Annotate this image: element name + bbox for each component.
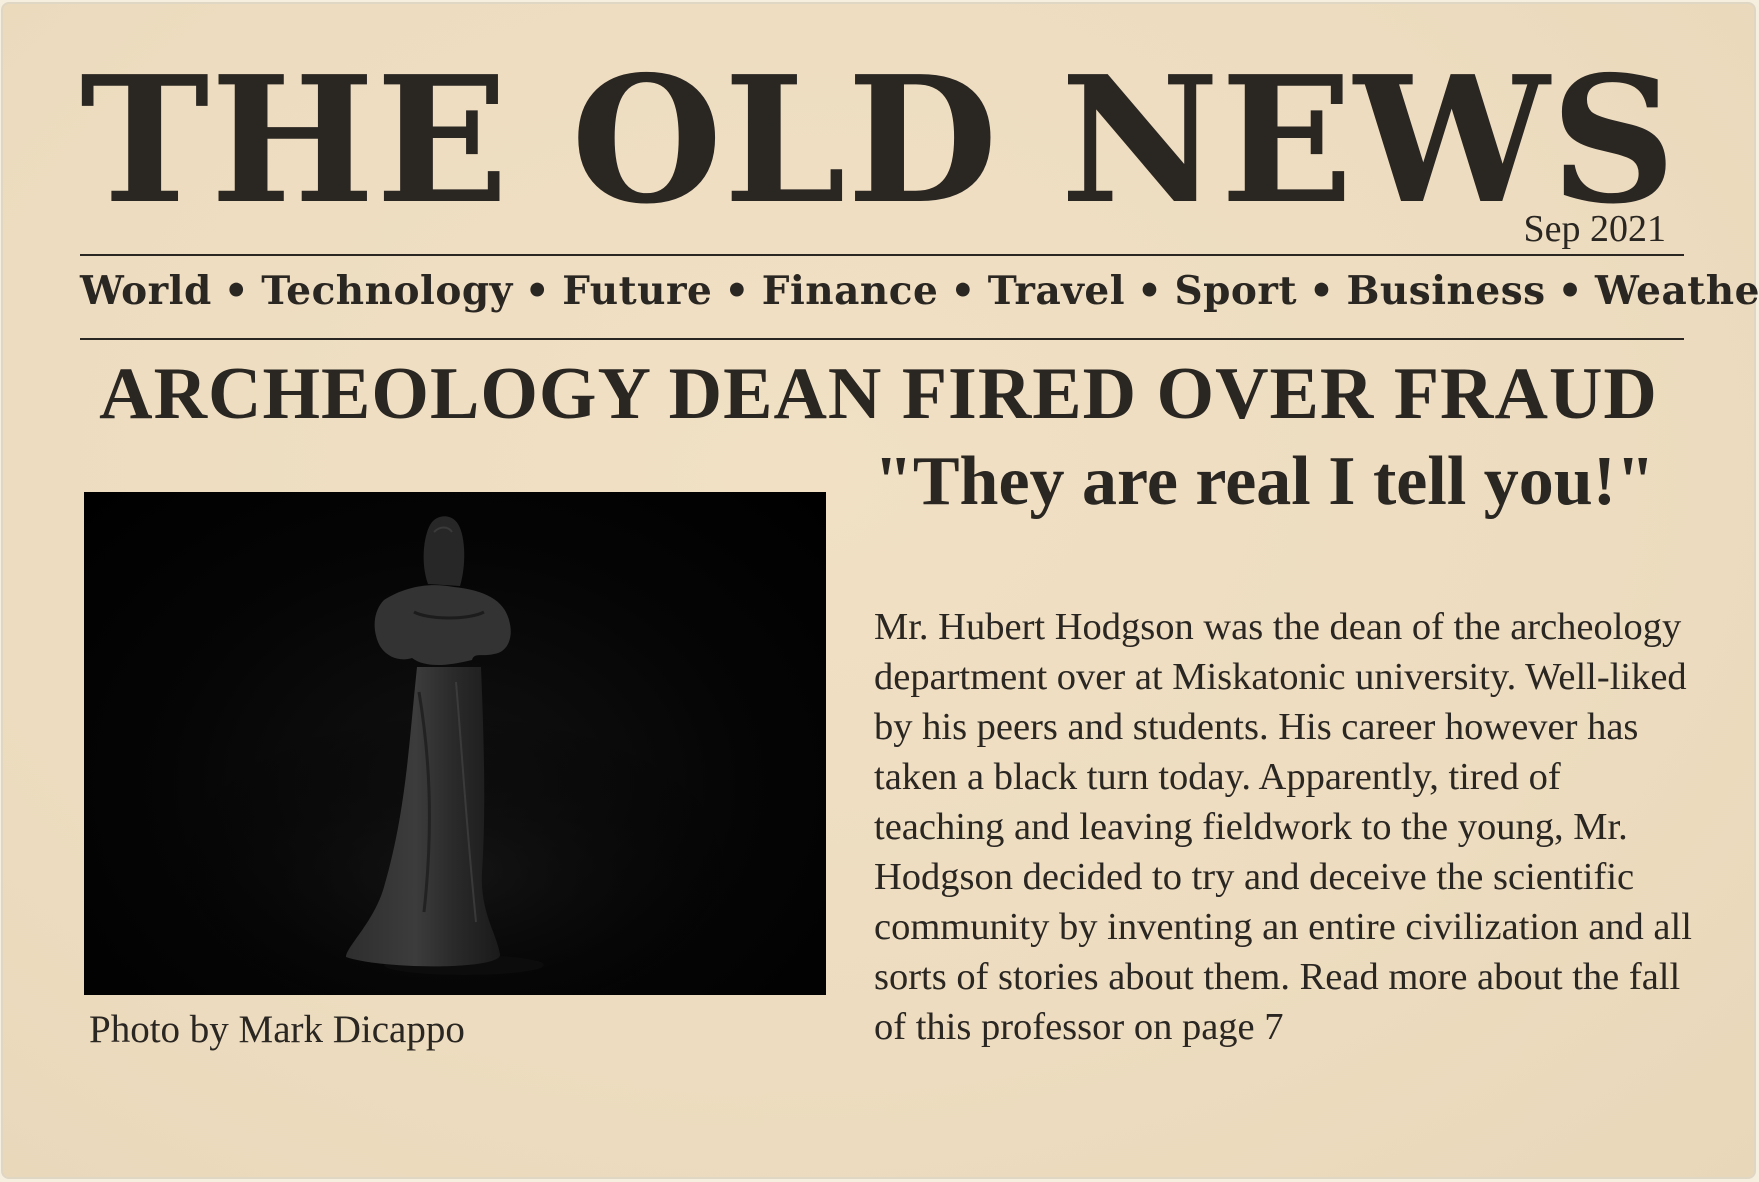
- article-subhead: "They are real I tell you!": [874, 443, 1655, 520]
- nav-separator: •: [223, 268, 250, 314]
- nav-separator: •: [524, 268, 551, 314]
- nav-separator: •: [1137, 268, 1163, 314]
- nav-item-finance[interactable]: Finance: [762, 268, 939, 314]
- nav-item-travel[interactable]: Travel: [988, 268, 1125, 314]
- article-photo: [84, 492, 826, 995]
- nav-item-world[interactable]: World: [80, 268, 212, 314]
- nav-item-future[interactable]: Future: [562, 268, 712, 314]
- newspaper-page: THE OLD NEWS Sep 2021 World • Technology • F…: [1, 2, 1759, 1179]
- nav-separator: •: [950, 268, 976, 314]
- issue-date: Sep 2021: [1523, 208, 1667, 250]
- nav-item-business[interactable]: Business: [1346, 268, 1545, 314]
- masthead-title: THE OLD NEWS: [79, 39, 1678, 243]
- nav-separator: •: [724, 268, 750, 314]
- nav-separator: •: [1309, 268, 1335, 314]
- article-body: Mr. Hubert Hodgson was the dean of the a…: [874, 606, 1692, 1048]
- section-nav: World • Technology • Future • Finance • Travel • S…: [80, 272, 1759, 311]
- photo-caption: Photo by Mark Dicappo: [89, 1008, 465, 1051]
- nav-bottom-rule: [80, 338, 1684, 340]
- robed-figure-image: [154, 516, 754, 995]
- nav-separator: •: [1557, 268, 1584, 314]
- nav-item-sport[interactable]: Sport: [1174, 268, 1297, 314]
- article-headline: ARCHEOLOGY DEAN FIRED OVER FRAUD: [99, 353, 1658, 435]
- nav-item-weather[interactable]: Weather: [1595, 268, 1759, 314]
- nav-top-rule: [80, 254, 1684, 256]
- nav-item-technology[interactable]: Technology: [261, 268, 513, 314]
